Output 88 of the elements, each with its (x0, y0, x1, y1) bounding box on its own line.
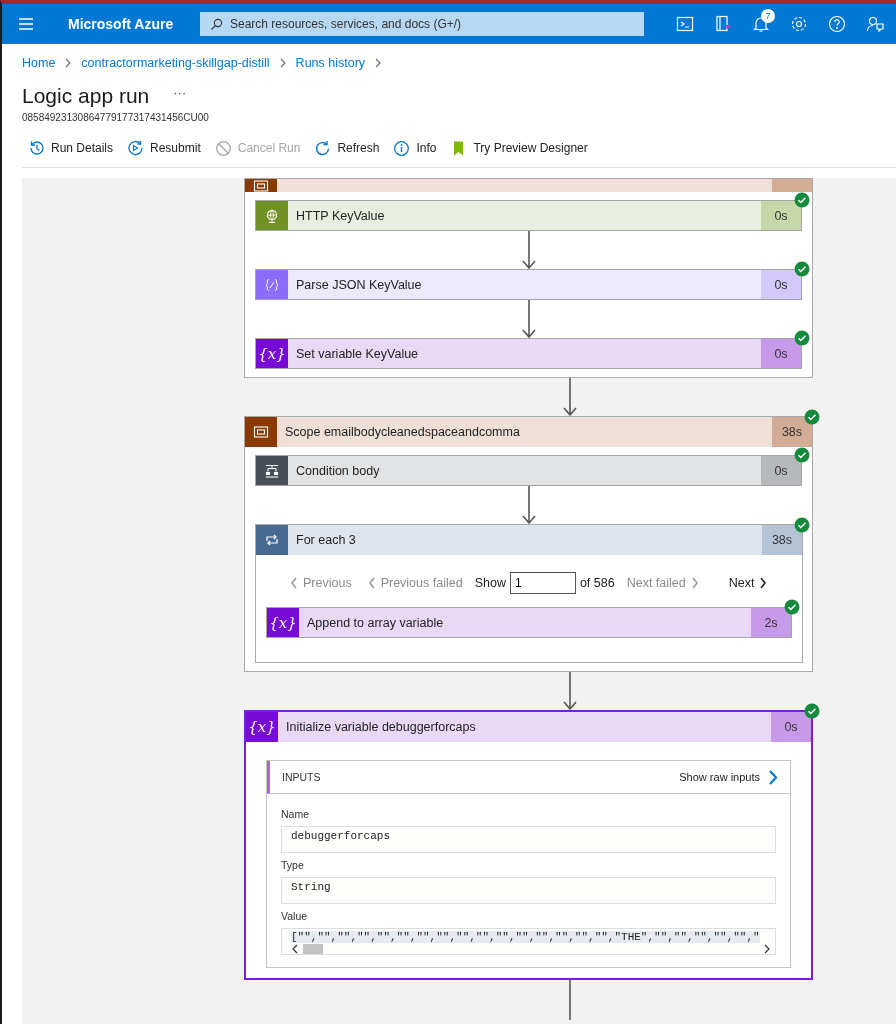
action-title: Set variable KeyValue (295, 346, 420, 361)
connector-arrow (521, 231, 536, 269)
refresh-icon (314, 139, 332, 157)
bell-icon[interactable] (752, 15, 770, 33)
search-icon (210, 18, 223, 31)
action-title: Append to array variable (306, 615, 445, 630)
variable-icon: {x} (256, 339, 288, 368)
menu-icon[interactable] (18, 16, 34, 32)
pager-button[interactable]: Next (720, 576, 776, 590)
action-title: Condition body (295, 463, 381, 478)
notification-count: 7 (761, 9, 775, 23)
search-field[interactable]: Search resources, services, and docs (G+/) (200, 12, 644, 36)
feedback-icon[interactable] (866, 15, 884, 33)
connector-arrow (521, 486, 536, 524)
breadcrumb-link[interactable]: Home (22, 56, 56, 70)
braces-icon (264, 276, 280, 293)
action-header[interactable]: Scope emailbodycleanedspaceandcomma 38s (245, 417, 812, 447)
toolbar-button[interactable]: Refresh (314, 139, 380, 157)
chevron-right-icon (374, 58, 383, 68)
iteration-count: of 586 (579, 576, 615, 590)
condition-icon (264, 462, 280, 479)
inputs-heading: INPUTS (282, 771, 321, 783)
cancel-icon (214, 139, 232, 157)
action-title: Scope emailbodycleanedspaceandcomma (284, 425, 521, 439)
toolbar-button[interactable]: Run Details (28, 139, 114, 157)
action-header[interactable]: {x} Set variable KeyValue 0s (255, 338, 802, 369)
duration-label: 38s (762, 525, 802, 555)
duration-block (772, 179, 812, 192)
action-title: Parse JSON KeyValue (295, 277, 423, 292)
action-header[interactable]: {x} Initialize variable debuggerforcaps 0s (246, 712, 811, 742)
field-value: debuggerforcaps (281, 826, 776, 853)
toolbar-button[interactable]: Info (393, 139, 437, 157)
duration-label: 0s (771, 712, 811, 742)
run-id: 08584923130864779177317431456CU00 (22, 112, 210, 123)
toolbar-button[interactable]: Try Preview Designer (450, 139, 588, 157)
connector-arrow (563, 378, 577, 416)
info-icon (393, 139, 411, 157)
duration-label: 0s (761, 456, 801, 485)
variable-icon: {x} (246, 712, 278, 742)
action-header[interactable]: HTTP KeyValue 0s (255, 200, 802, 231)
terminal-icon[interactable] (676, 15, 694, 33)
chevron-right-icon (768, 769, 778, 785)
history-icon (28, 139, 45, 157)
duration-label: 0s (761, 201, 801, 230)
page-title: Logic app run (22, 84, 150, 108)
chevron-left-icon (367, 577, 376, 589)
toolbar-button[interactable]: Resubmit (127, 139, 201, 157)
field-label: Name (281, 808, 310, 820)
action-header[interactable]: Parse JSON KeyValue 0s (255, 269, 802, 300)
more-button[interactable]: ··· (173, 84, 187, 100)
directory-filter-icon[interactable] (714, 15, 732, 33)
breadcrumb-link[interactable]: Runs history (295, 56, 366, 70)
variable-icon: {x} (267, 608, 299, 637)
field-label: Value (281, 910, 309, 922)
field-value: String (281, 877, 776, 904)
help-icon[interactable] (828, 15, 846, 33)
chevron-right-icon (278, 58, 287, 68)
scope-icon (253, 424, 269, 440)
chevron-left-icon (290, 577, 298, 589)
chevron-right-icon (64, 58, 73, 68)
settings-icon[interactable] (790, 15, 808, 33)
resubmit-icon (127, 139, 145, 157)
show-label: Show (474, 576, 506, 590)
duration-label: 38s (772, 417, 812, 447)
breadcrumb-link[interactable]: contractormarketing-skillgap-distill (81, 56, 270, 70)
chevron-right-icon (759, 577, 768, 589)
duration-label: 0s (761, 270, 801, 299)
brand-name[interactable]: Microsoft Azure (68, 16, 200, 32)
action-title: HTTP KeyValue (295, 208, 386, 223)
action-card[interactable]: {x} Initialize variable debuggerforcaps 0s INPUTS Show raw inputs Name debuggerforcaps Type String Value ["","","","","","","","","","","","","","","","","THE","","","","",""," (244, 710, 813, 980)
loop-icon (264, 532, 280, 548)
connector-arrow (563, 672, 577, 710)
field-label: Type (281, 859, 305, 871)
globe-icon (264, 207, 280, 224)
action-header[interactable]: {x} Append to array variable 2s (266, 607, 792, 638)
chevron-right-icon (690, 577, 699, 589)
show-raw-inputs-link[interactable]: Show raw inputs (679, 769, 778, 785)
connector-arrow (521, 300, 536, 338)
action-title: For each 3 (295, 533, 357, 547)
action-header[interactable]: Condition body 0s (255, 455, 802, 486)
duration-label: 0s (761, 339, 801, 368)
action-title: Initialize variable debuggerforcaps (285, 720, 477, 734)
iteration-field[interactable]: 1 (509, 572, 576, 594)
action-header[interactable]: For each 3 38s (256, 525, 802, 555)
horizontal-scrollbar[interactable] (291, 943, 771, 954)
duration-label: 2s (751, 608, 791, 637)
action-header[interactable] (245, 179, 812, 192)
field-value: ["","","","","","","","","","","","","","","","","THE","","","","",""," (281, 928, 776, 955)
